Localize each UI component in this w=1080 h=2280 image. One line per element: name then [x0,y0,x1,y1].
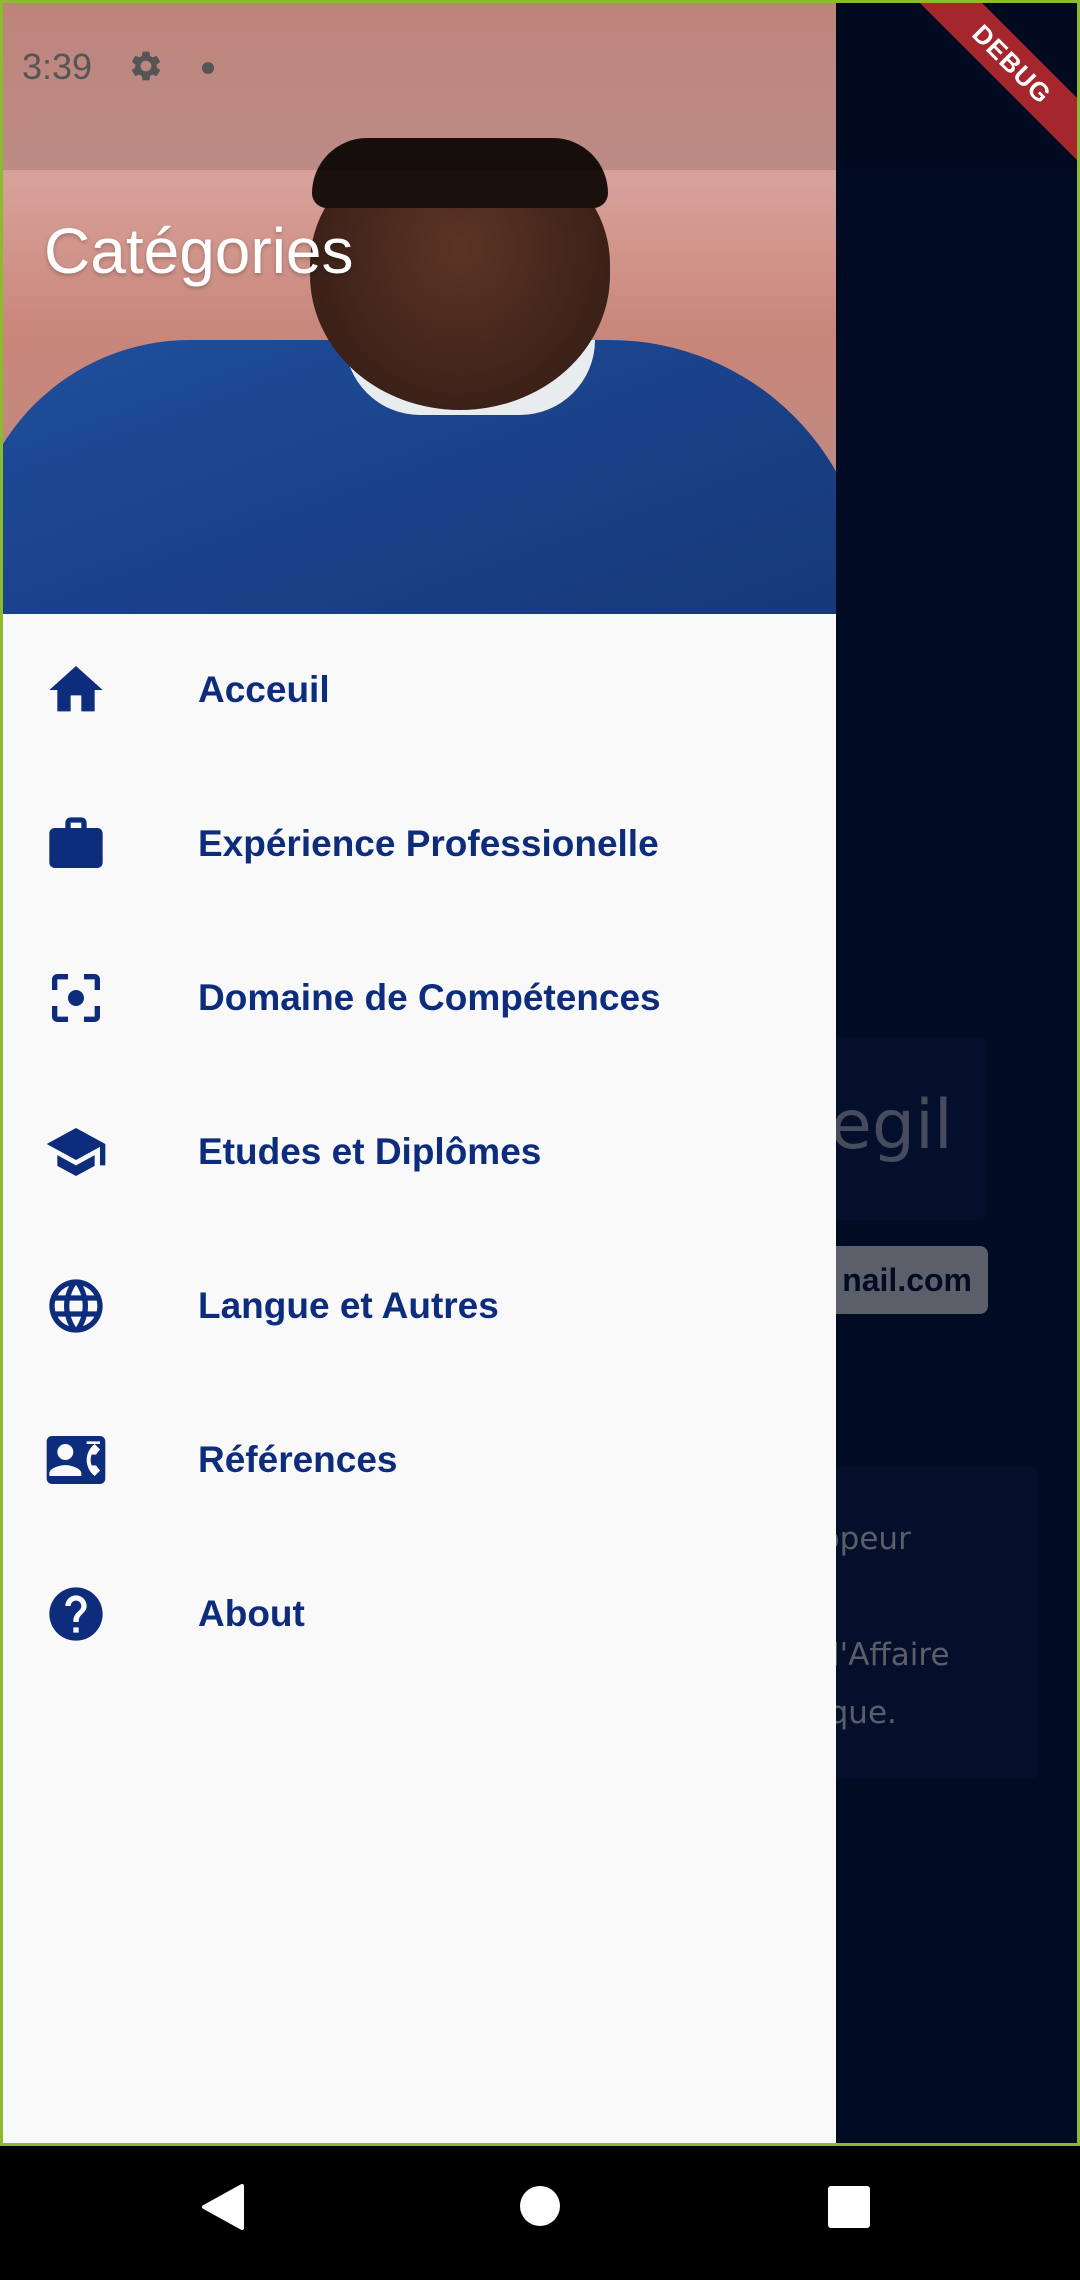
menu-item-references[interactable]: Références [0,1384,836,1538]
menu-item-competences[interactable]: Domaine de Compétences [0,922,836,1076]
briefcase-icon [49,817,103,868]
drawer-title: Catégories [44,215,354,287]
status-bar: 3:39 [0,0,1080,130]
help-icon [49,1587,103,1641]
menu-item-label: Etudes et Diplômes [198,1131,542,1172]
menu-item-label: Acceuil [198,669,330,710]
menu-item-acceuil[interactable]: Acceuil [0,614,836,768]
menu-item-label: Domaine de Compétences [198,977,661,1018]
system-navigation-bar [0,2146,1080,2280]
menu-item-langue[interactable]: Langue et Autres [0,1230,836,1384]
notification-dot-icon [202,62,214,74]
center-focus-icon [52,974,100,1022]
contact-mail-icon [46,1436,106,1484]
back-icon[interactable] [200,2182,246,2232]
school-icon [46,1128,106,1176]
menu-item-label: Références [198,1439,398,1480]
menu-item-label: About [198,1593,305,1634]
status-time: 3:39 [22,46,93,87]
menu-item-about[interactable]: About [0,1538,836,1692]
menu-item-etudes[interactable]: Etudes et Diplômes [0,1076,836,1230]
menu-item-label: Expérience Professionelle [198,823,659,864]
navigation-drawer: Catégories Acceuil Expérience Profession… [0,0,836,2146]
recent-apps-icon[interactable] [828,2186,870,2228]
globe-icon [49,1279,103,1333]
settings-gear-icon [131,51,161,81]
home-button-icon[interactable] [520,2186,560,2226]
menu-item-label: Langue et Autres [198,1285,499,1326]
app-screen: egil nail.com ppeur d'Affaire ique. DEBU… [0,0,1080,2146]
home-icon [49,666,103,712]
menu-item-experience[interactable]: Expérience Professionelle [0,768,836,922]
